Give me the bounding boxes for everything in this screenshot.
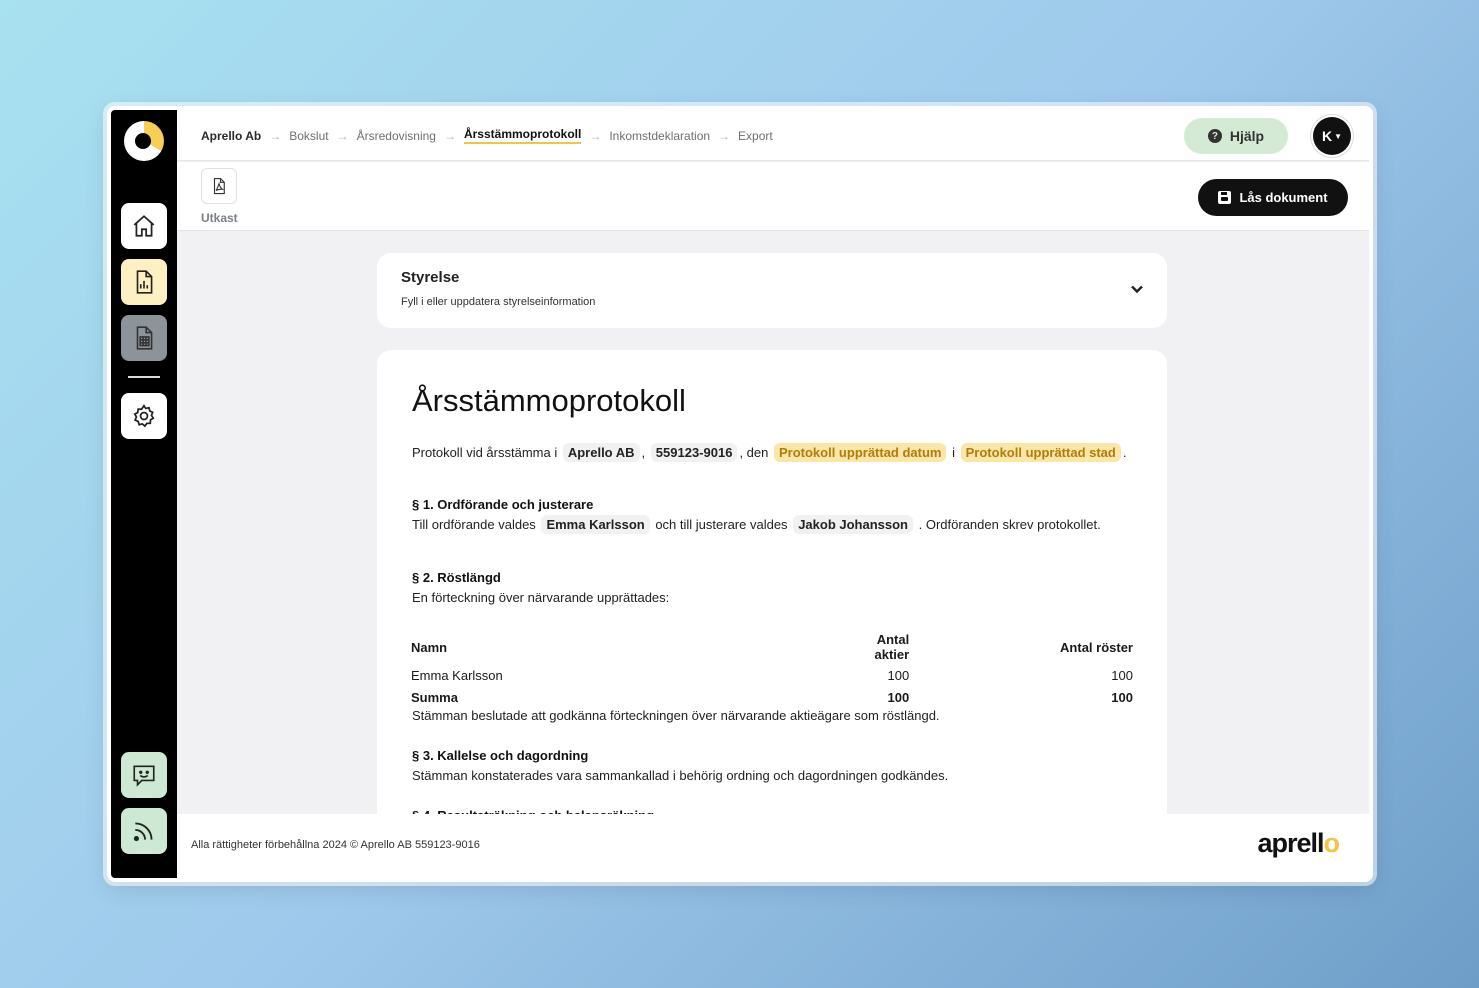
intro-comma: , (641, 445, 646, 460)
home-icon (133, 215, 155, 237)
top-bar: Aprello Ab → Bokslut → Årsredovisning → … (177, 110, 1369, 161)
breadcrumb-company[interactable]: Aprello Ab (201, 129, 261, 143)
footer: Alla rättigheter förbehållna 2024 © Apre… (177, 814, 1369, 878)
save-icon (1218, 191, 1232, 204)
section-3-text: Stämman konstaterades vara sammankallad … (412, 768, 949, 783)
org-number-field[interactable]: 559123-9016 (650, 443, 738, 462)
chat-feedback-icon (133, 765, 155, 787)
main-area: Aprello Ab → Bokslut → Årsredovisning → … (177, 110, 1369, 878)
table-cell-shares: 100 (887, 667, 910, 683)
section-2-text: En förteckning över närvarande upprättad… (412, 590, 670, 605)
intro-i: i (952, 445, 955, 460)
rss-feed-icon (133, 822, 153, 842)
section-1-heading: § 1. Ordförande och justerare (412, 497, 594, 512)
breadcrumb-inkomstdeklaration[interactable]: Inkomstdeklaration (609, 129, 710, 143)
avatar-initial: K (1321, 128, 1333, 144)
brand-text: aprell (1257, 828, 1324, 858)
date-field[interactable]: Protokoll upprättad datum (773, 443, 947, 462)
app-logo[interactable] (124, 121, 164, 161)
gear-icon (133, 404, 155, 428)
table-header-votes: Antal röster (1060, 639, 1133, 655)
question-circle-icon: ? (1207, 129, 1222, 143)
table-sum-shares: 100 (887, 689, 910, 705)
table-row: Emma Karlsson 100 100 (411, 664, 1133, 686)
sidebar-reports-button[interactable] (121, 259, 167, 305)
document-status-label: Utkast (201, 211, 238, 225)
chevron-down-icon: ▼ (1334, 131, 1343, 141)
user-avatar-menu[interactable]: K ▼ (1313, 117, 1351, 155)
breadcrumb-arrow-icon: → (443, 128, 456, 143)
section-3-heading: § 3. Kallelse och dagordning (412, 748, 589, 763)
section-2-conclusion: Stämman beslutade att godkänna förteckni… (412, 708, 940, 723)
sidebar-spreadsheet-button[interactable] (121, 315, 167, 361)
aprello-logo: aprell o (1257, 828, 1340, 859)
adjuster-field[interactable]: Jakob Johansson (793, 515, 913, 534)
copyright-text: Alla rättigheter förbehållna 2024 © Apre… (191, 839, 480, 851)
breadcrumb-arsstammoprotokoll[interactable]: Årsstämmoprotokoll (463, 127, 582, 144)
s1-text-c: . Ordföranden skrev protokollet. (918, 517, 1101, 532)
section-1-text: Till ordförande valdes Emma Karlsson och… (412, 515, 1101, 534)
document-title: Årsstämmoprotokoll (412, 383, 686, 418)
s1-text-a: Till ordförande valdes (412, 517, 536, 532)
breadcrumb-bokslut[interactable]: Bokslut (289, 129, 328, 143)
sidebar-feedback-button[interactable] (121, 752, 167, 798)
company-name-field[interactable]: Aprello AB (562, 443, 640, 462)
app-window: Aprello Ab → Bokslut → Årsredovisning → … (107, 106, 1373, 882)
breadcrumb-arsredovisning[interactable]: Årsredovisning (357, 129, 436, 143)
table-sum-votes: 100 (1111, 689, 1133, 705)
intro-line: Protokoll vid årsstämma i Aprello AB, 55… (412, 443, 1126, 462)
chevron-down-icon[interactable] (1129, 281, 1145, 297)
intro-den: , den (739, 445, 769, 460)
table-header-row: Namn Antal aktier Antal röster (411, 630, 1133, 664)
styrelse-subtitle: Fyll i eller uppdatera styrelseinformati… (401, 296, 596, 308)
brand-o: o (1323, 828, 1340, 858)
intro-prefix: Protokoll vid årsstämma i (412, 445, 558, 460)
sidebar-home-button[interactable] (121, 203, 167, 249)
document-toolbar: Utkast Lås dokument (177, 162, 1369, 231)
help-button[interactable]: ? Hjälp (1184, 118, 1288, 154)
styrelse-title: Styrelse (401, 269, 460, 286)
report-icon (136, 270, 153, 294)
sidebar-news-button[interactable] (121, 808, 167, 854)
table-cell-votes: 100 (1111, 667, 1133, 683)
s1-text-b: och till justerare valdes (655, 517, 788, 532)
breadcrumb-arrow-icon: → (589, 128, 602, 143)
section-2-heading: § 2. Röstlängd (412, 570, 501, 585)
sidebar-divider (128, 376, 160, 378)
breadcrumb-arrow-icon: → (336, 128, 349, 143)
lock-document-label: Lås dokument (1239, 190, 1328, 205)
table-cell-name: Emma Karlsson (411, 667, 503, 683)
spreadsheet-icon (136, 326, 153, 350)
breadcrumb-arrow-icon: → (269, 128, 282, 143)
breadcrumb: Aprello Ab → Bokslut → Årsredovisning → … (201, 127, 773, 144)
breadcrumb-export[interactable]: Export (738, 129, 773, 143)
city-field[interactable]: Protokoll upprättad stad (960, 443, 1121, 462)
sidebar (111, 110, 177, 878)
chairman-field[interactable]: Emma Karlsson (541, 515, 650, 534)
pdf-export-button[interactable] (201, 168, 237, 204)
styrelse-panel[interactable]: Styrelse Fyll i eller uppdatera styrelse… (377, 253, 1167, 328)
breadcrumb-arrow-icon: → (718, 128, 731, 143)
table-sum-label: Summa (411, 689, 458, 705)
voting-list-table: Namn Antal aktier Antal röster Emma Karl… (411, 630, 1133, 708)
table-header-shares: Antal aktier (874, 632, 910, 662)
table-header-name: Namn (411, 639, 448, 655)
intro-period: . (1122, 445, 1127, 460)
protocol-document: Årsstämmoprotokoll Protokoll vid årsstäm… (377, 350, 1167, 820)
lock-document-button[interactable]: Lås dokument (1198, 179, 1348, 216)
sidebar-settings-button[interactable] (121, 393, 167, 439)
help-label: Hjälp (1229, 128, 1265, 144)
table-sum-row: Summa 100 100 (411, 686, 1133, 708)
pdf-icon (213, 177, 225, 195)
